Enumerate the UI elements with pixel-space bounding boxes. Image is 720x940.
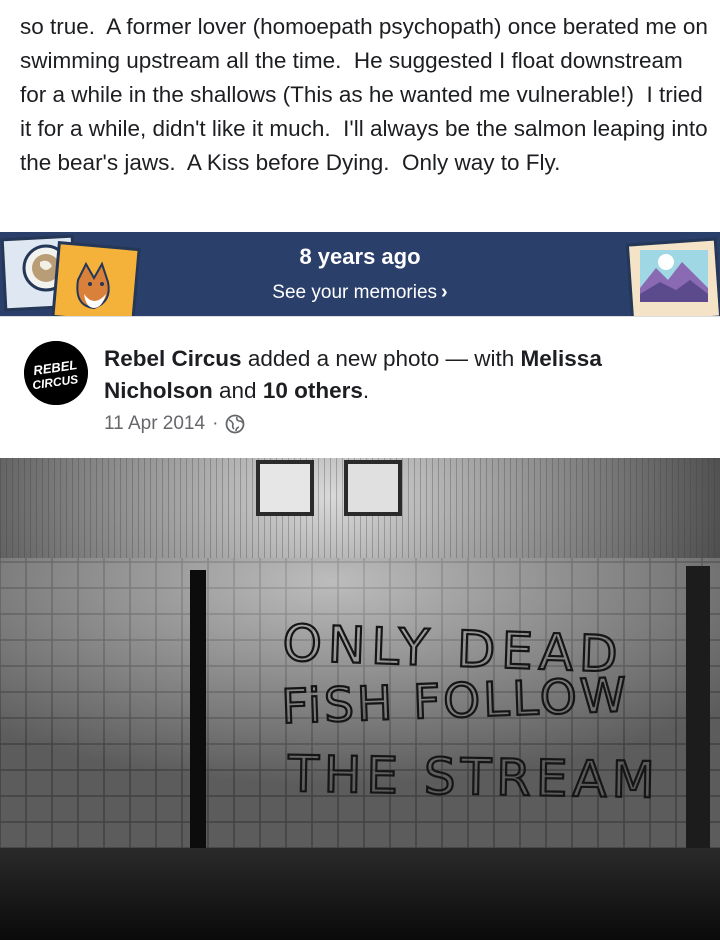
globe-icon xyxy=(226,414,245,434)
see-memories-label: See your memories xyxy=(272,282,438,303)
post-photo[interactable]: ONLY DEAD FiSH FOLLOW THE STREAM xyxy=(0,458,720,940)
post-action-text: added a new photo — with xyxy=(247,346,515,371)
post-author-line: Rebel Circus added a new photo — with Me… xyxy=(104,343,704,407)
memories-banner[interactable]: 8 years ago See your memories › xyxy=(0,232,720,316)
post-date[interactable]: 11 Apr 2014 xyxy=(104,412,205,436)
memories-illustration-right xyxy=(626,237,720,316)
period-text: . xyxy=(362,378,370,403)
chevron-right-icon: › xyxy=(441,281,448,303)
and-text: and xyxy=(219,378,257,403)
meta-separator: · xyxy=(212,413,219,434)
post-header: REBEL CIRCUS Rebel Circus added a new ph… xyxy=(0,317,720,458)
comment-text: so true. A former lover (homoepath psych… xyxy=(20,14,715,175)
memories-title: 8 years ago xyxy=(299,244,421,269)
graffiti-line-3: THE STREAM xyxy=(287,745,661,809)
page-avatar[interactable]: REBEL CIRCUS xyxy=(24,341,88,405)
others-link[interactable]: 10 others xyxy=(263,378,363,403)
graffiti-photo: ONLY DEAD FiSH FOLLOW THE STREAM xyxy=(0,458,720,940)
rebel-circus-logo: REBEL CIRCUS xyxy=(24,341,88,405)
see-memories-link[interactable]: See your memories › xyxy=(0,281,720,304)
graffiti-text: ONLY DEAD FiSH FOLLOW THE STREAM xyxy=(279,613,661,811)
post-meta: 11 Apr 2014 · xyxy=(104,412,245,436)
author-name-link[interactable]: Rebel Circus xyxy=(104,346,242,371)
